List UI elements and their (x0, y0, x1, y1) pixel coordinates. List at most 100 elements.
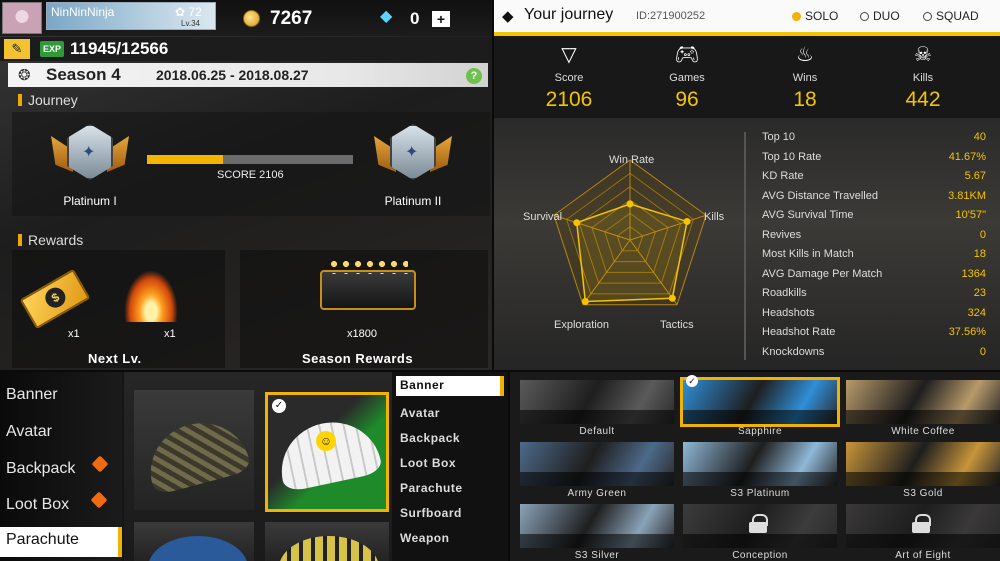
stat-row: Roadkills 23 (762, 287, 986, 305)
parachute-item-yellow[interactable] (265, 522, 389, 561)
platinum-1-medal-icon[interactable]: ✦ (51, 118, 125, 188)
season-dates: 2018.06.25 - 2018.08.27 (156, 67, 309, 83)
banner-card[interactable] (846, 504, 1000, 548)
player-nameplate[interactable]: NinNinNinja ✿ 72 Lv.34 (46, 2, 216, 30)
help-icon[interactable]: ? (466, 68, 482, 84)
stat-row: Headshots 324 (762, 307, 986, 325)
stat-row: Revives 0 (762, 229, 986, 247)
next-level-label: Next Lv. (88, 351, 142, 366)
banner-card[interactable] (520, 504, 674, 548)
season-panel: NinNinNinja ✿ 72 Lv.34 7267 ◆ 0 + ✎ EXP … (0, 0, 492, 370)
category-parachute[interactable]: Parachute (400, 481, 463, 495)
stat-row-label: Most Kills in Match (762, 248, 854, 260)
campfire-icon (124, 270, 178, 322)
lock-icon (748, 514, 768, 533)
edit-icon[interactable]: ✎ (4, 39, 30, 59)
nav-item-parachute[interactable]: Parachute (0, 527, 122, 557)
banner-nameplate-strip (846, 410, 1000, 424)
mode-solo-radio[interactable]: SOLO (792, 9, 838, 23)
category-weapon[interactable]: Weapon (400, 531, 449, 545)
stat-label: Wins (792, 72, 818, 84)
camo-parachute-icon (139, 412, 253, 496)
banner-label: S3 Platinum (730, 488, 790, 499)
banner-card[interactable] (846, 442, 1000, 486)
parachute-item-smiley[interactable]: ✓ ☺ (265, 392, 389, 512)
banner-label: S3 Gold (903, 488, 943, 499)
category-banner[interactable]: Banner (396, 376, 504, 396)
current-rank-label: Platinum I (63, 194, 117, 208)
nav-item-backpack[interactable]: Backpack (6, 460, 75, 478)
platinum-2-medal-icon[interactable]: ✦ (374, 118, 448, 188)
stat-row-value: 3.81KM (948, 189, 986, 202)
stats-divider (744, 132, 746, 360)
stat-score: ▽ Score 2106 (524, 42, 614, 112)
stat-value: 2106 (545, 88, 593, 111)
season-reward-qty: x1800 (347, 328, 377, 340)
journey-header: ◆ Your journey ID:271900252 SOLO DUO SQU… (494, 0, 1000, 32)
stat-row-label: Headshots (762, 306, 815, 319)
stat-row-label: KD Rate (762, 170, 804, 182)
vault-nav: Banner Avatar Backpack Loot Box Parachut… (0, 372, 122, 561)
category-surfboard[interactable]: Surfboard (400, 506, 462, 520)
coin-balance: 7267 (270, 8, 313, 29)
stat-row-value: 40 (973, 131, 986, 143)
season-laurel-icon: ❂ (18, 67, 31, 84)
gamepad-icon: 🎮︎ (674, 44, 700, 66)
banner-card[interactable] (846, 380, 1000, 424)
banner-card[interactable] (683, 442, 837, 486)
banner-card[interactable] (520, 442, 674, 486)
stat-row-value: 1364 (961, 267, 986, 280)
season-title: Season 4 (46, 65, 121, 84)
nav-item-banner[interactable]: Banner (6, 386, 58, 404)
banner-label: Sapphire (737, 426, 783, 437)
stat-row-value: 0 (979, 228, 986, 241)
stat-games: 🎮︎ Games 96 (642, 42, 732, 112)
banner-card[interactable] (683, 504, 837, 548)
stat-row-label: Revives (762, 228, 802, 241)
smiley-face-icon: ☺ (316, 431, 336, 451)
journey-title: Your journey (524, 6, 614, 23)
likes-count: ✿ 72 (175, 5, 202, 19)
stat-value: 96 (675, 88, 699, 111)
banner-label: Art of Eight (895, 550, 951, 561)
stat-label: Score (554, 72, 584, 84)
mode-squad-radio[interactable]: SQUAD (923, 9, 979, 23)
banner-nameplate-strip (846, 534, 1000, 548)
score-progress-fill (147, 155, 224, 164)
banner-nameplate-strip (520, 472, 674, 486)
parachute-item-camo[interactable] (134, 390, 254, 510)
category-avatar[interactable]: Avatar (400, 406, 440, 420)
mode-duo-radio[interactable]: DUO (860, 9, 900, 23)
banner-label: Conception (732, 550, 788, 561)
stat-row-value: 23 (973, 287, 986, 299)
skull-icon: ☠ (914, 44, 932, 66)
topup-button[interactable]: + (432, 11, 450, 27)
stat-value: 442 (905, 88, 941, 111)
diamond-balance: 0 (410, 9, 420, 28)
stat-value: 18 (793, 88, 817, 111)
radio-dot (923, 12, 932, 21)
avatar[interactable] (2, 2, 42, 34)
stat-row-label: Top 10 (762, 131, 796, 143)
radio-dot (860, 12, 869, 21)
nav-item-avatar[interactable]: Avatar (6, 423, 52, 441)
nav-item-loot-box[interactable]: Loot Box (6, 496, 69, 514)
stat-row-label: AVG Distance Travelled (762, 189, 878, 202)
parachute-item-blue[interactable] (134, 522, 254, 561)
banner-nameplate-strip (520, 410, 674, 424)
reward-qty: x1 (164, 328, 176, 340)
stat-row: AVG Distance Travelled 3.81KM (762, 190, 986, 208)
radar-axis-label: Exploration (554, 319, 610, 331)
gold-chest-icon (320, 258, 416, 310)
season-header: ❂ Season 4 2018.06.25 - 2018.08.27 ? (8, 63, 488, 87)
banner-card[interactable] (520, 380, 674, 424)
score-progress-bar (147, 155, 353, 164)
score-icon: ▽ (561, 44, 577, 66)
banner-nameplate-strip (683, 410, 837, 424)
banner-card[interactable]: ✓ (680, 375, 840, 427)
category-loot-box[interactable]: Loot Box (400, 456, 456, 470)
medal-star-icon: ✦ (405, 144, 419, 161)
medal-star-icon: ✦ (82, 144, 96, 161)
category-backpack[interactable]: Backpack (400, 431, 460, 445)
parachute-panel: Banner Avatar Backpack Loot Box Parachut… (0, 372, 508, 561)
